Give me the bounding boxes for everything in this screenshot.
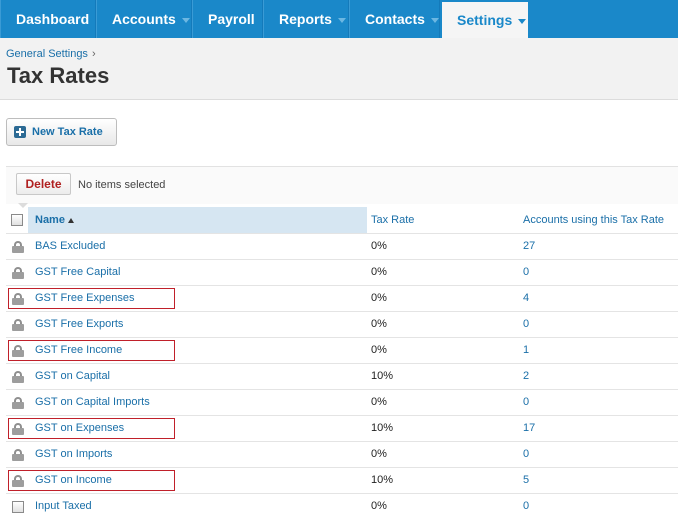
table-row[interactable]: GST on Capital Imports 0% 0 bbox=[6, 389, 678, 415]
table-row[interactable]: BAS Excluded 0% 27 bbox=[6, 233, 678, 259]
column-header-tax-rate[interactable]: Tax Rate bbox=[371, 207, 414, 233]
nav-reports-label: Reports bbox=[279, 11, 332, 27]
nav-accounts-label: Accounts bbox=[112, 11, 176, 27]
table-header: Name Tax Rate Accounts using this Tax Ra… bbox=[6, 207, 678, 233]
accounts-count-link[interactable]: 0 bbox=[523, 312, 529, 337]
accounts-count-link[interactable]: 17 bbox=[523, 416, 535, 441]
accounts-count-link[interactable]: 4 bbox=[523, 286, 529, 311]
tax-rate-value: 0% bbox=[371, 266, 387, 278]
table-row[interactable]: GST Free Income 0% 1 bbox=[6, 337, 678, 363]
table-row[interactable]: GST on Income 10% 5 bbox=[6, 467, 678, 493]
nav-dashboard[interactable]: Dashboard bbox=[0, 0, 96, 38]
tax-rate-value: 0% bbox=[371, 318, 387, 330]
lock-icon bbox=[12, 423, 24, 435]
page-title: Tax Rates bbox=[7, 63, 110, 88]
tax-rate-name-link[interactable]: GST Free Exports bbox=[35, 312, 123, 337]
breadcrumb-general-settings[interactable]: General Settings bbox=[6, 48, 88, 60]
nav-reports[interactable]: Reports bbox=[263, 0, 349, 38]
tax-rates-table: Name Tax Rate Accounts using this Tax Ra… bbox=[6, 207, 678, 519]
chevron-down-icon bbox=[181, 17, 190, 23]
page-header: General Settings › Tax Rates bbox=[0, 38, 678, 100]
breadcrumb: General Settings › bbox=[6, 48, 96, 60]
accounts-count-link[interactable]: 5 bbox=[523, 468, 529, 493]
tax-rate-name-link[interactable]: GST on Income bbox=[35, 468, 112, 493]
column-header-accounts[interactable]: Accounts using this Tax Rate bbox=[523, 207, 664, 233]
column-header-name[interactable]: Name bbox=[35, 207, 74, 233]
lock-icon bbox=[12, 449, 24, 461]
plus-icon bbox=[14, 126, 26, 138]
table-toolbar: Delete No items selected bbox=[6, 166, 678, 208]
tax-rate-name-link[interactable]: Input Taxed bbox=[35, 494, 92, 519]
lock-icon bbox=[12, 319, 24, 331]
lock-icon bbox=[12, 293, 24, 305]
tax-rate-value: 0% bbox=[371, 448, 387, 460]
accounts-count-link[interactable]: 27 bbox=[523, 234, 535, 259]
nav-payroll-label: Payroll bbox=[208, 11, 255, 27]
breadcrumb-separator: › bbox=[91, 48, 96, 60]
nav-payroll[interactable]: Payroll bbox=[192, 0, 263, 38]
tax-rate-name-link[interactable]: GST on Capital Imports bbox=[35, 390, 150, 415]
new-tax-rate-button[interactable]: New Tax Rate bbox=[6, 118, 117, 146]
delete-button[interactable]: Delete bbox=[16, 173, 71, 195]
tax-rate-name-link[interactable]: BAS Excluded bbox=[35, 234, 105, 259]
new-tax-rate-label: New Tax Rate bbox=[32, 126, 103, 138]
top-nav-bar: Dashboard Accounts Payroll Reports Conta… bbox=[0, 0, 678, 38]
chevron-down-icon bbox=[430, 17, 439, 23]
nav-contacts[interactable]: Contacts bbox=[349, 0, 440, 38]
sort-ascending-icon bbox=[67, 217, 74, 223]
lock-icon bbox=[12, 241, 24, 253]
column-header-name-label: Name bbox=[35, 214, 65, 226]
lock-icon bbox=[12, 475, 24, 487]
accounts-count-link[interactable]: 2 bbox=[523, 364, 529, 389]
row-checkbox[interactable] bbox=[12, 501, 24, 513]
nav-settings[interactable]: Settings bbox=[442, 2, 528, 38]
tax-rate-name-link[interactable]: GST on Imports bbox=[35, 442, 112, 467]
table-row[interactable]: GST Free Expenses 0% 4 bbox=[6, 285, 678, 311]
accounts-count-link[interactable]: 0 bbox=[523, 442, 529, 467]
tax-rate-value: 0% bbox=[371, 396, 387, 408]
table-row[interactable]: GST Free Capital 0% 0 bbox=[6, 259, 678, 285]
tax-rate-name-link[interactable]: GST Free Capital bbox=[35, 260, 120, 285]
table-row[interactable]: GST on Capital 10% 2 bbox=[6, 363, 678, 389]
selection-status: No items selected bbox=[78, 179, 166, 191]
accounts-count-link[interactable]: 1 bbox=[523, 338, 529, 363]
tax-rate-value: 0% bbox=[371, 240, 387, 252]
tax-rate-name-link[interactable]: GST Free Income bbox=[35, 338, 122, 363]
lock-icon bbox=[12, 371, 24, 383]
lock-icon bbox=[12, 345, 24, 357]
accounts-count-link[interactable]: 0 bbox=[523, 260, 529, 285]
tax-rate-name-link[interactable]: GST on Capital bbox=[35, 364, 110, 389]
accounts-count-link[interactable]: 0 bbox=[523, 494, 529, 519]
chevron-down-icon bbox=[337, 17, 346, 23]
nav-settings-label: Settings bbox=[457, 12, 513, 28]
select-all-checkbox[interactable] bbox=[11, 214, 23, 226]
tax-rate-value: 10% bbox=[371, 422, 394, 434]
lock-icon bbox=[12, 267, 24, 279]
tax-rate-value: 10% bbox=[371, 370, 394, 382]
tax-rate-value: 0% bbox=[371, 500, 387, 512]
tax-rate-value: 0% bbox=[371, 292, 387, 304]
table-row[interactable]: Input Taxed 0% 0 bbox=[6, 493, 678, 519]
tax-rate-value: 0% bbox=[371, 344, 387, 356]
nav-accounts[interactable]: Accounts bbox=[96, 0, 192, 38]
lock-icon bbox=[12, 397, 24, 409]
tax-rate-name-link[interactable]: GST on Expenses bbox=[35, 416, 124, 441]
chevron-down-icon bbox=[518, 18, 527, 24]
table-row[interactable]: GST Free Exports 0% 0 bbox=[6, 311, 678, 337]
table-body: BAS Excluded 0% 27 GST Free Capital 0% 0 GST F… bbox=[6, 233, 678, 519]
accounts-count-link[interactable]: 0 bbox=[523, 390, 529, 415]
tax-rate-value: 10% bbox=[371, 474, 394, 486]
nav-dashboard-label: Dashboard bbox=[16, 11, 90, 27]
table-row[interactable]: GST on Imports 0% 0 bbox=[6, 441, 678, 467]
name-header-background bbox=[28, 207, 367, 233]
table-row[interactable]: GST on Expenses 10% 17 bbox=[6, 415, 678, 441]
nav-contacts-label: Contacts bbox=[365, 11, 425, 27]
tax-rate-name-link[interactable]: GST Free Expenses bbox=[35, 286, 134, 311]
